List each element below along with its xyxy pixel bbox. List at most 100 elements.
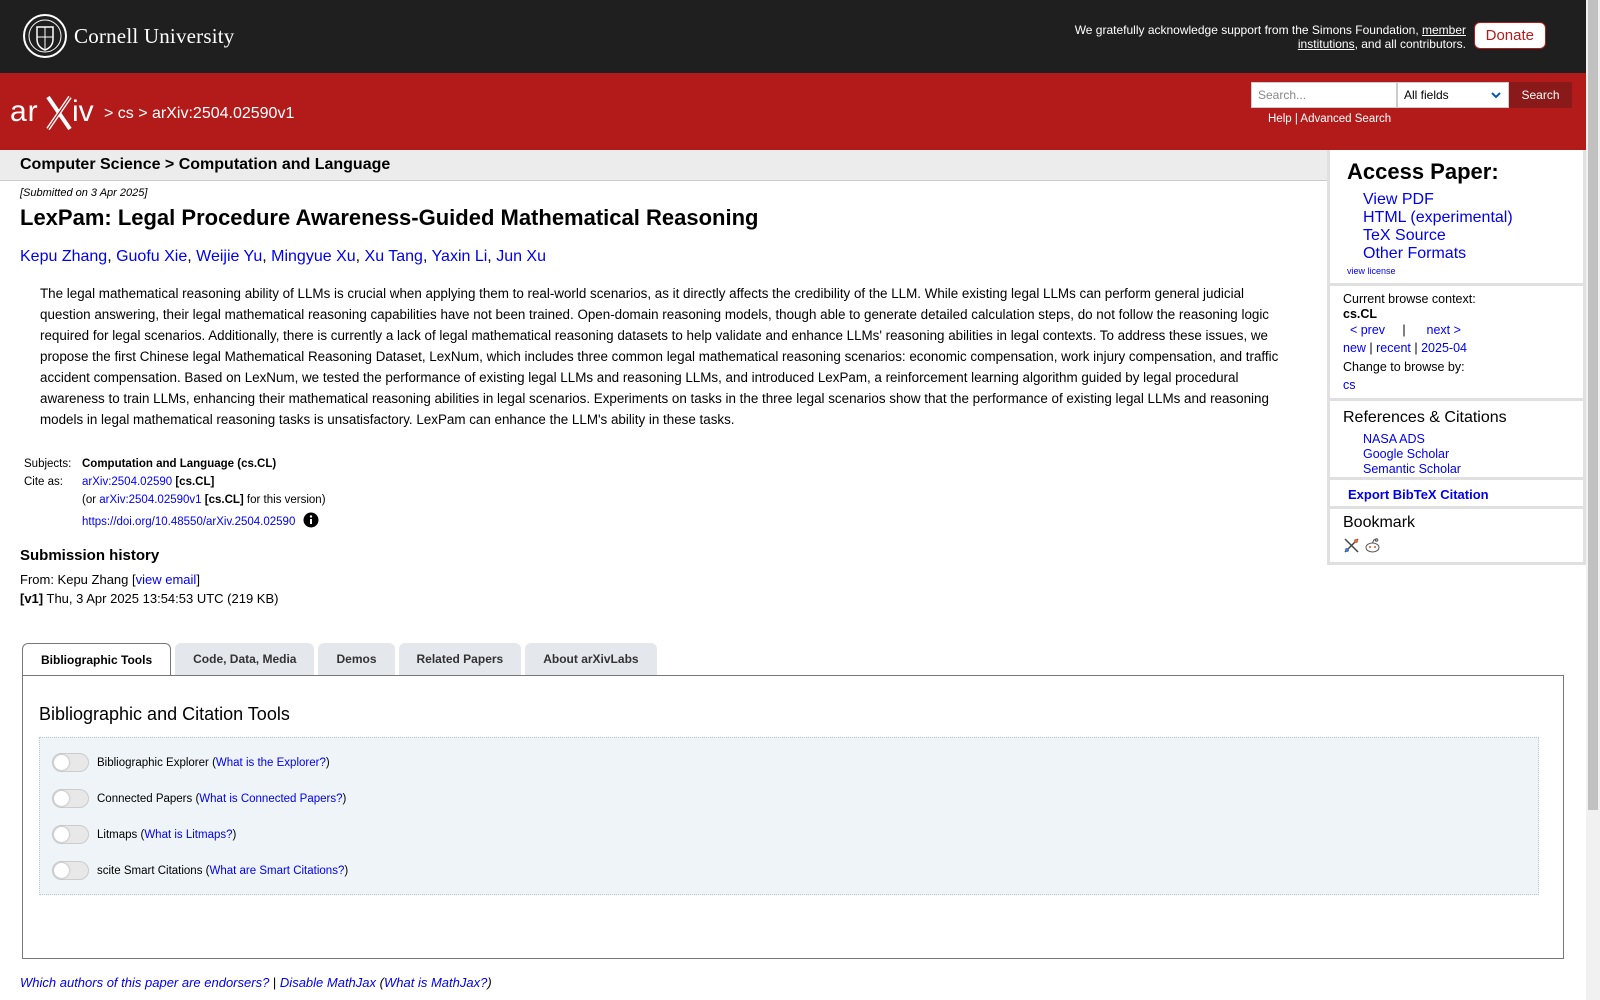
view-email-link[interactable]: view email <box>136 572 197 587</box>
explorer-toggle[interactable] <box>52 753 89 772</box>
cornell-seal-icon <box>23 14 67 58</box>
cite-version-row: (or arXiv:2504.02590v1 [cs.CL] for this … <box>24 492 332 508</box>
author-link[interactable]: Xu Tang <box>365 248 423 265</box>
references-title: References & Citations <box>1343 409 1507 426</box>
export-box: Export BibTeX Citation <box>1327 480 1586 509</box>
cornell-logo[interactable]: Cornell University <box>22 13 235 59</box>
what-is-mathjax-link[interactable]: What is MathJax? <box>384 975 487 990</box>
connected-papers-toggle[interactable] <box>52 789 89 808</box>
tab-code-data-media[interactable]: Code, Data, Media <box>175 643 315 675</box>
recent-link[interactable]: recent <box>1376 341 1411 355</box>
endorsers-link[interactable]: Which authors of this paper are endorser… <box>20 975 269 990</box>
donate-button[interactable]: Donate <box>1473 22 1546 49</box>
search-input[interactable]: Search... <box>1251 82 1397 108</box>
author-list: Kepu Zhang, Guofu Xie, Weijie Yu, Mingyu… <box>20 248 546 265</box>
reddit-icon[interactable] <box>1364 537 1381 554</box>
tab-about-arxivlabs[interactable]: About arXivLabs <box>525 643 657 675</box>
member-link[interactable]: member <box>1422 23 1466 37</box>
next-link[interactable]: next > <box>1427 323 1461 337</box>
cite-v1-category: [cs.CL] <box>201 494 244 506</box>
access-links: View PDF HTML (experimental) TeX Source … <box>1363 191 1513 263</box>
references-list: NASA ADS Google Scholar Semantic Scholar <box>1363 432 1461 477</box>
tool-name: Bibliographic Explorer <box>97 756 209 769</box>
month-link[interactable]: 2025-04 <box>1421 341 1467 355</box>
footer-links: Which authors of this paper are endorser… <box>20 975 492 990</box>
panel-heading: Bibliographic and Citation Tools <box>39 704 290 724</box>
doi-link[interactable]: https://doi.org/10.48550/arXiv.2504.0259… <box>82 516 295 528</box>
author-link[interactable]: Jun Xu <box>496 248 546 265</box>
prev-next: < prev | next > <box>1343 323 1461 337</box>
tab-bibliographic-tools[interactable]: Bibliographic Tools <box>22 643 172 676</box>
html-link[interactable]: HTML (experimental) <box>1363 209 1513 226</box>
cite-id-link[interactable]: arXiv:2504.02590 <box>82 476 172 488</box>
other-formats-link[interactable]: Other Formats <box>1363 245 1466 262</box>
author-link[interactable]: Mingyue Xu <box>271 248 356 265</box>
tool-litmaps: Litmaps (What is Litmaps?) <box>52 825 236 844</box>
cs-link[interactable]: cs <box>1343 378 1356 392</box>
what-is-litmaps-link[interactable]: What is Litmaps? <box>144 829 232 841</box>
advanced-search-link[interactable]: Advanced Search <box>1300 113 1391 125</box>
what-is-connected-papers-link[interactable]: What is Connected Papers? <box>199 793 342 805</box>
institutions-link[interactable]: institutions <box>1298 37 1355 51</box>
cite-label: Cite as: <box>24 476 63 488</box>
cite-row: Cite as: arXiv:2504.02590 [cs.CL] <box>24 474 332 490</box>
scrollbar-thumb[interactable] <box>1588 0 1598 810</box>
tool-connected-papers: Connected Papers (What is Connected Pape… <box>52 789 346 808</box>
tex-source-link[interactable]: TeX Source <box>1363 227 1446 244</box>
tools-box: Bibliographic Explorer (What is the Expl… <box>39 737 1539 895</box>
scrollbar[interactable] <box>1586 0 1600 1000</box>
search-field-select[interactable]: All fields <box>1397 82 1509 108</box>
tab-demos[interactable]: Demos <box>318 643 395 675</box>
search-button[interactable]: Search <box>1509 82 1572 108</box>
litmaps-toggle[interactable] <box>52 825 89 844</box>
scite-toggle[interactable] <box>52 861 89 880</box>
labs-tabs: Bibliographic Tools Code, Data, Media De… <box>22 643 657 676</box>
what-are-smart-citations-link[interactable]: What are Smart Citations? <box>209 865 344 877</box>
author-link[interactable]: Yaxin Li <box>432 248 488 265</box>
doi-row: https://doi.org/10.48550/arXiv.2504.0259… <box>24 510 332 530</box>
separator: | <box>1402 323 1406 337</box>
export-bibtex-link[interactable]: Export BibTeX Citation <box>1348 487 1489 502</box>
help-link[interactable]: Help <box>1268 113 1292 125</box>
bookmark-box: Bookmark <box>1327 509 1586 565</box>
nasa-ads-link[interactable]: NASA ADS <box>1363 432 1425 446</box>
browse-context-value: cs.CL <box>1343 307 1378 321</box>
view-pdf-link[interactable]: View PDF <box>1363 191 1434 208</box>
tab-panel: Bibliographic and Citation Tools Bibliog… <box>22 675 1564 959</box>
tool-name: Connected Papers <box>97 792 193 805</box>
svg-text:ar: ar <box>10 95 39 128</box>
tool-scite: scite Smart Citations (What are Smart Ci… <box>52 861 348 880</box>
view-license-link[interactable]: view license <box>1347 266 1396 276</box>
breadcrumb[interactable]: > cs > arXiv:2504.02590v1 <box>104 105 298 123</box>
info-icon[interactable] <box>303 512 319 528</box>
version-date: Thu, 3 Apr 2025 13:54:53 UTC (219 KB) <box>43 591 279 606</box>
subject-heading: Computer Science > Computation and Langu… <box>20 156 391 173</box>
cite-v1-link[interactable]: arXiv:2504.02590v1 <box>99 494 201 506</box>
disable-mathjax-link[interactable]: Disable MathJax <box>280 975 376 990</box>
tool-bibliographic-explorer: Bibliographic Explorer (What is the Expl… <box>52 753 330 772</box>
new-link[interactable]: new <box>1343 341 1366 355</box>
semantic-scholar-link[interactable]: Semantic Scholar <box>1363 462 1461 476</box>
author-link[interactable]: Guofu Xie <box>116 248 187 265</box>
bookmark-title: Bookmark <box>1343 514 1416 531</box>
tab-related-papers[interactable]: Related Papers <box>398 643 522 675</box>
google-scholar-link[interactable]: Google Scholar <box>1363 447 1449 461</box>
access-paper-box: Access Paper: View PDF HTML (experimenta… <box>1327 150 1586 286</box>
breadcrumb-text[interactable]: > cs > arXiv:2504.02590v1 <box>104 105 294 122</box>
separator: | <box>269 975 280 990</box>
arxiv-logo-icon[interactable]: ar iv <box>8 91 103 133</box>
author-link[interactable]: Kepu Zhang <box>20 248 107 265</box>
search-field-value: All fields <box>1404 88 1449 102</box>
subject-bar: Computer Science > Computation and Langu… <box>0 150 1327 181</box>
svg-text:iv: iv <box>72 95 94 128</box>
submission-from: From: Kepu Zhang [view email] <box>20 572 200 587</box>
bibsonomy-icon[interactable] <box>1343 537 1360 554</box>
prev-link[interactable]: < prev <box>1350 323 1385 337</box>
author-link[interactable]: Weijie Yu <box>196 248 262 265</box>
acknowledgement: We gratefully acknowledge support from t… <box>1046 23 1466 51</box>
metadata-table: Subjects: Computation and Language (cs.C… <box>22 454 334 532</box>
tool-name: scite Smart Citations <box>97 864 203 877</box>
ack-text-end: , and all contributors. <box>1354 37 1466 51</box>
what-is-explorer-link[interactable]: What is the Explorer? <box>216 757 326 769</box>
cite-v1-post: for this version) <box>243 494 326 506</box>
